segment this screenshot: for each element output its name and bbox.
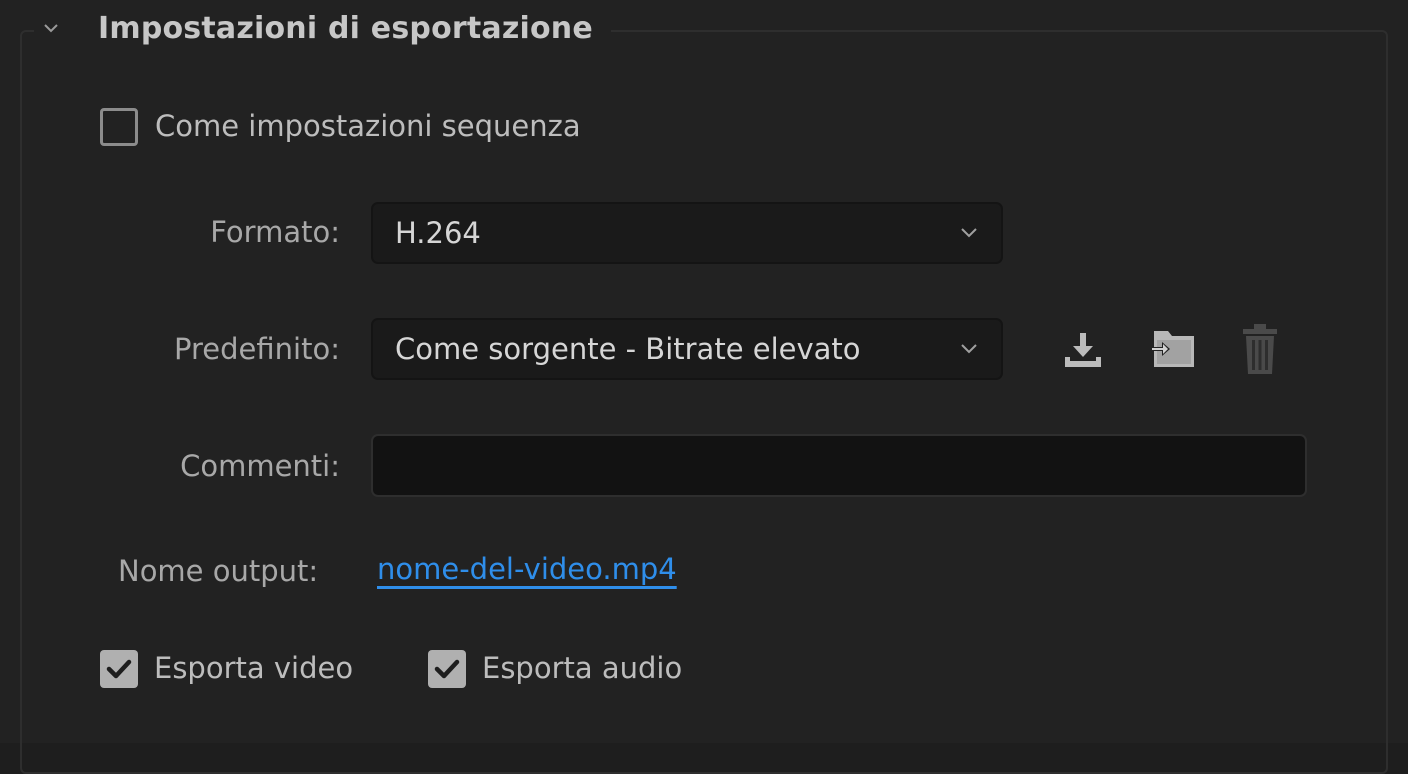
trash-icon: [1243, 324, 1277, 374]
chevron-down-icon: [961, 228, 977, 238]
preset-value: Come sorgente - Bitrate elevato: [395, 332, 861, 366]
format-value: H.264: [395, 216, 481, 250]
chevron-down-icon: [961, 344, 977, 354]
section-title: Impostazioni di esportazione: [98, 10, 593, 46]
save-preset-button[interactable]: [1055, 319, 1111, 379]
preset-label: Predefinito:: [174, 332, 340, 366]
checkmark-icon: [106, 659, 132, 679]
match-sequence-label[interactable]: Come impostazioni sequenza: [155, 109, 581, 143]
comments-label: Commenti:: [180, 449, 340, 483]
export-video-label[interactable]: Esporta video: [154, 651, 353, 685]
format-label: Formato:: [210, 215, 340, 249]
export-settings-panel: Impostazioni di esportazione Come impost…: [0, 0, 1408, 774]
import-preset-button[interactable]: [1145, 319, 1201, 379]
export-video-checkbox[interactable]: [100, 650, 138, 688]
comments-input[interactable]: [371, 434, 1307, 497]
match-sequence-checkbox[interactable]: [100, 108, 138, 146]
format-dropdown[interactable]: H.264: [371, 202, 1003, 264]
download-icon: [1065, 333, 1101, 367]
preset-dropdown[interactable]: Come sorgente - Bitrate elevato: [371, 318, 1003, 380]
output-filename-link[interactable]: nome-del-video.mp4: [377, 552, 677, 586]
section-header[interactable]: Impostazioni di esportazione: [34, 6, 611, 50]
export-audio-checkbox[interactable]: [428, 650, 466, 688]
output-name-label: Nome output:: [118, 554, 319, 588]
export-audio-label[interactable]: Esporta audio: [482, 651, 682, 685]
import-folder-icon: [1150, 331, 1194, 367]
chevron-down-icon[interactable]: [34, 13, 68, 43]
delete-preset-button[interactable]: [1232, 319, 1288, 379]
checkmark-icon: [434, 659, 460, 679]
